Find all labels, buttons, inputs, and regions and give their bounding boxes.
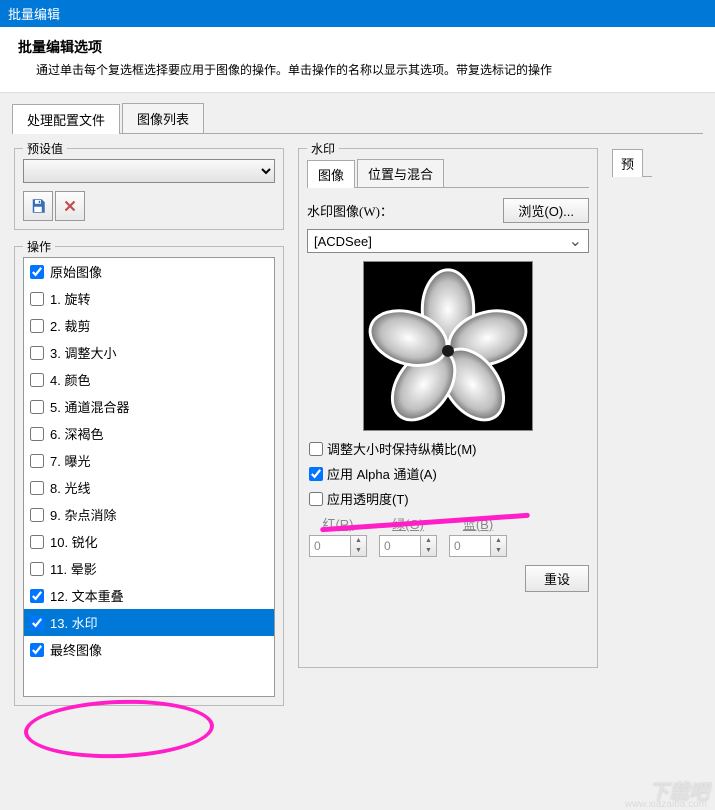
ops-item[interactable]: 12. 文本重叠 — [24, 582, 274, 609]
ops-checkbox[interactable] — [30, 373, 44, 387]
operations-title: 操作 — [23, 238, 55, 255]
ops-checkbox[interactable] — [30, 481, 44, 495]
ops-checkbox[interactable] — [30, 292, 44, 306]
ops-item[interactable]: 最终图像 — [24, 636, 274, 663]
blue-spinner[interactable]: ▲▼ — [449, 535, 507, 557]
ops-label: 4. 颜色 — [50, 370, 90, 389]
tab-config-files[interactable]: 处理配置文件 — [12, 104, 120, 134]
ops-item[interactable]: 2. 裁剪 — [24, 312, 274, 339]
ops-item[interactable]: 3. 调整大小 — [24, 339, 274, 366]
ops-item[interactable]: 11. 晕影 — [24, 555, 274, 582]
apply-alpha-checkbox[interactable]: 应用 Alpha 通道(A) — [309, 464, 587, 483]
ops-item[interactable]: 5. 通道混合器 — [24, 393, 274, 420]
keep-ratio-checkbox[interactable]: 调整大小时保持纵横比(M) — [309, 439, 587, 458]
ops-label: 12. 文本重叠 — [50, 586, 124, 605]
wm-preview — [363, 261, 533, 431]
ops-item[interactable]: 6. 深褐色 — [24, 420, 274, 447]
watermark-group: 水印 图像 位置与混合 水印图像(W)： 浏览(O)... [ACDSee] — [298, 148, 598, 668]
green-label: 绿(G) — [392, 514, 424, 533]
header-title: 批量编辑选项 — [18, 37, 697, 57]
ops-item[interactable]: 10. 锐化 — [24, 528, 274, 555]
ops-checkbox[interactable] — [30, 346, 44, 360]
x-icon — [61, 197, 79, 215]
ops-item[interactable]: 13. 水印 — [24, 609, 274, 636]
operations-group: 操作 原始图像1. 旋转2. 裁剪3. 调整大小4. 颜色5. 通道混合器6. … — [14, 246, 284, 706]
browse-button[interactable]: 浏览(O)... — [503, 198, 589, 223]
apply-opacity-checkbox[interactable]: 应用透明度(T) — [309, 489, 587, 508]
ops-checkbox[interactable] — [30, 643, 44, 657]
tab-image-list[interactable]: 图像列表 — [122, 103, 204, 133]
ops-checkbox[interactable] — [30, 535, 44, 549]
wm-tab-image[interactable]: 图像 — [307, 160, 355, 188]
ops-label: 11. 晕影 — [50, 559, 97, 578]
ops-label: 2. 裁剪 — [50, 316, 90, 335]
green-spinner[interactable]: ▲▼ — [379, 535, 437, 557]
ops-label: 8. 光线 — [50, 478, 90, 497]
red-label: 红(R) — [322, 514, 353, 533]
flower-icon — [364, 261, 532, 431]
preset-select[interactable] — [23, 159, 275, 183]
ops-label: 3. 调整大小 — [50, 343, 116, 362]
ops-label: 1. 旋转 — [50, 289, 90, 308]
ops-item[interactable]: 1. 旋转 — [24, 285, 274, 312]
header-desc: 通过单击每个复选框选择要应用于图像的操作。单击操作的名称以显示其选项。带复选标记… — [18, 61, 697, 78]
operations-list[interactable]: 原始图像 1. 旋转 2. 裁剪 3. 调整大小 4. 颜色 5. 通道混合器 6. 深褐色… — [23, 257, 275, 697]
window-titlebar: 批量编辑 — [0, 0, 715, 27]
ops-label: 5. 通道混合器 — [50, 397, 129, 416]
ops-checkbox[interactable] — [30, 589, 44, 603]
ops-label: 6. 深褐色 — [50, 424, 103, 443]
ops-item[interactable]: 7. 曝光 — [24, 447, 274, 474]
far-tab-preview[interactable]: 预 — [612, 149, 643, 177]
ops-label: 原始图像 — [50, 262, 102, 281]
main-tabs: 处理配置文件 图像列表 — [0, 93, 715, 134]
ops-checkbox[interactable] — [30, 265, 44, 279]
wm-image-label: 水印图像(W)： — [307, 201, 393, 220]
ops-label: 7. 曝光 — [50, 451, 90, 470]
ops-label: 9. 杂点消除 — [50, 505, 116, 524]
floppy-icon — [29, 197, 47, 215]
ops-item[interactable]: 9. 杂点消除 — [24, 501, 274, 528]
window-title: 批量编辑 — [8, 7, 60, 22]
wm-image-select[interactable]: [ACDSee] — [307, 229, 589, 253]
red-spinner[interactable]: ▲▼ — [309, 535, 367, 557]
ops-item[interactable]: 8. 光线 — [24, 474, 274, 501]
blue-label: 蓝(B) — [463, 514, 493, 533]
header: 批量编辑选项 通过单击每个复选框选择要应用于图像的操作。单击操作的名称以显示其选… — [0, 27, 715, 93]
ops-checkbox[interactable] — [30, 508, 44, 522]
ops-label: 10. 锐化 — [50, 532, 98, 551]
save-preset-button[interactable] — [23, 191, 53, 221]
ops-checkbox[interactable] — [30, 400, 44, 414]
ops-checkbox[interactable] — [30, 427, 44, 441]
delete-preset-button[interactable] — [55, 191, 85, 221]
reset-button[interactable]: 重设 — [525, 565, 589, 592]
watermark-title: 水印 — [307, 140, 339, 157]
ops-label: 最终图像 — [50, 640, 102, 659]
ops-checkbox[interactable] — [30, 616, 44, 630]
ops-checkbox[interactable] — [30, 319, 44, 333]
wm-tab-position[interactable]: 位置与混合 — [357, 159, 444, 187]
ops-checkbox[interactable] — [30, 454, 44, 468]
preset-group: 预设值 — [14, 148, 284, 230]
ops-item[interactable]: 4. 颜色 — [24, 366, 274, 393]
ops-checkbox[interactable] — [30, 562, 44, 576]
preset-title: 预设值 — [23, 140, 67, 157]
rgb-row: 红(R) ▲▼ 绿(G) ▲▼ 蓝(B) ▲▼ — [309, 514, 587, 557]
ops-label: 13. 水印 — [50, 613, 98, 632]
site-watermark-url: www.xiazaiba.com — [625, 799, 707, 810]
ops-item[interactable]: 原始图像 — [24, 258, 274, 285]
